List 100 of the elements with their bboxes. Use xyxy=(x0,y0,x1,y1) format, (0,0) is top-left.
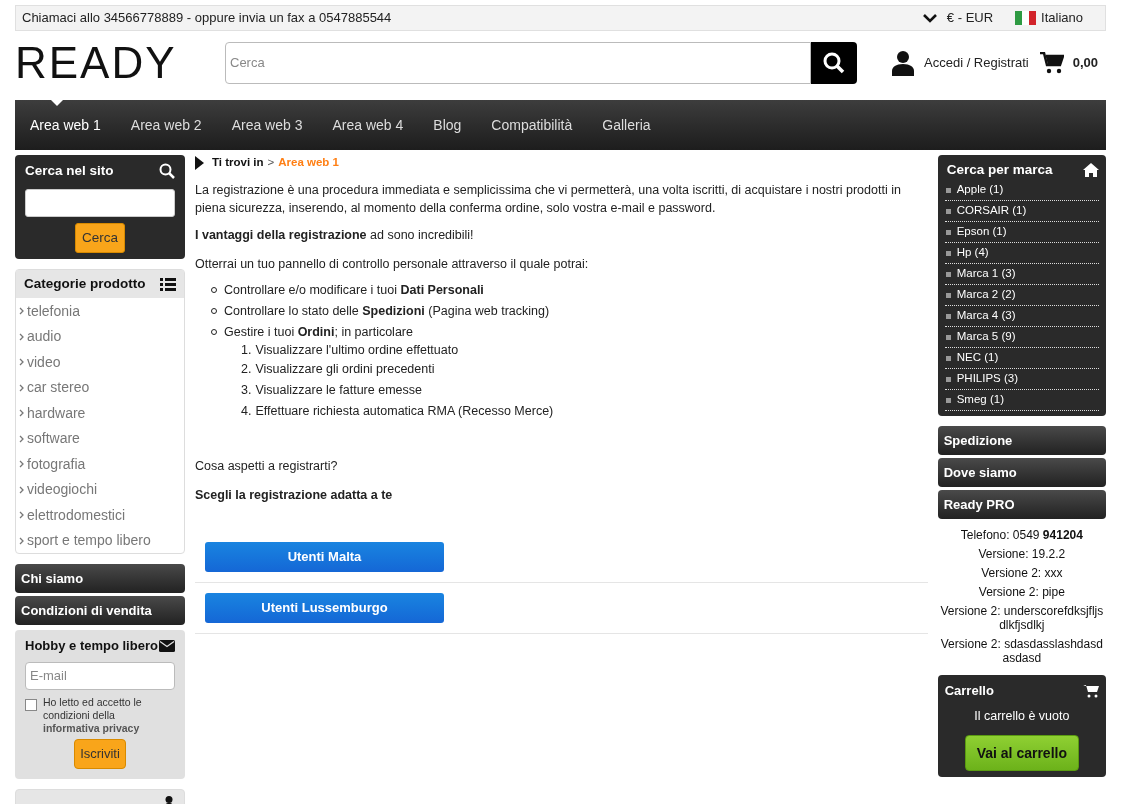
brand-link[interactable]: NEC (1) xyxy=(956,349,999,367)
nav-tab[interactable]: Blog xyxy=(423,100,472,140)
feature-subitem: Visualizzare l'ultimo ordine effettuato xyxy=(255,342,459,360)
panel-title: Cerca per marca xyxy=(946,160,1053,179)
sidebar-link[interactable]: Dove siamo xyxy=(937,458,1106,487)
panel-title: Hobby e tempo libero xyxy=(25,637,158,656)
login-link[interactable]: Accedi / Registrati xyxy=(924,52,1029,73)
cart-empty-text: Il carrello è vuoto xyxy=(974,707,1070,725)
category-link[interactable]: car stereo xyxy=(27,377,90,398)
registration-button[interactable]: Utenti Lussemburgo xyxy=(205,593,444,623)
square-bullet-icon xyxy=(945,208,951,214)
registration-button[interactable]: Utenti Malta xyxy=(205,542,444,572)
info-text: Versione 2: underscorefdksjfljsdlkfjsdlkj xyxy=(939,602,1105,634)
chevron-right-icon xyxy=(19,434,24,443)
square-bullet-icon xyxy=(945,313,951,319)
brand-link[interactable]: Marca 2 (2) xyxy=(956,286,1016,304)
panel-title: Carrello xyxy=(944,682,994,700)
search-submit-button[interactable]: Cerca xyxy=(75,223,125,254)
category-link[interactable]: hardware xyxy=(27,402,86,424)
chevron-down-icon[interactable] xyxy=(922,13,937,23)
brand-link[interactable]: Marca 4 (3) xyxy=(956,307,1016,325)
square-bullet-icon xyxy=(945,376,951,382)
sidebar-link[interactable]: Ready PRO xyxy=(937,490,1106,519)
panel-intro-text: Otterrai un tuo pannello di controllo personale attraverso il quale potrai: xyxy=(195,255,590,273)
list-icon xyxy=(160,277,176,291)
nav-tab[interactable]: Galleria xyxy=(592,100,661,140)
square-bullet-icon xyxy=(945,334,951,340)
search-button[interactable] xyxy=(811,41,857,84)
brand-link[interactable]: Epson (1) xyxy=(956,223,1007,241)
category-link[interactable]: sport e tempo libero xyxy=(27,530,151,551)
consent-text: Ho letto ed accetto le condizioni della informativa privacy xyxy=(43,695,143,735)
feature-item: Controllare e/o modificare i tuoi Dati Personali xyxy=(224,281,484,299)
brand-link[interactable]: Apple (1) xyxy=(956,181,1004,199)
square-bullet-icon xyxy=(945,271,951,277)
chevron-right-icon xyxy=(19,332,24,341)
cart-total: 0,00 xyxy=(1072,53,1099,72)
brand-link[interactable]: PHILIPS (3) xyxy=(956,370,1019,388)
feature-subitem: Effettuare richiesta automatica RMA (Recesso Merce) xyxy=(255,402,554,420)
home-icon[interactable] xyxy=(1083,163,1099,177)
search-icon xyxy=(159,163,175,180)
square-bullet-icon xyxy=(945,250,951,256)
currency-selector[interactable]: € - EUR xyxy=(946,8,994,28)
brand-link[interactable]: CORSAIR (1) xyxy=(956,202,1027,220)
info-text: Versione 2: xxx xyxy=(980,564,1064,582)
info-text: Versione 2: sdasdasslashdasdasdasd xyxy=(939,635,1104,667)
feature-item: Gestire i tuoi Ordini; in particolare xyxy=(224,323,413,341)
brand-link[interactable]: Hp (4) xyxy=(956,244,989,262)
square-bullet-icon xyxy=(945,229,951,235)
cart-icon xyxy=(1083,683,1099,698)
feature-subitem: Visualizzare gli ordini precedenti xyxy=(255,360,435,378)
choose-heading: Scegli la registrazione adatta a te xyxy=(195,487,394,505)
panel-title: Categorie prodotto xyxy=(24,275,146,294)
nav-tab[interactable]: Compatibilità xyxy=(481,100,583,140)
chevron-right-icon xyxy=(19,511,24,519)
list-number: 1. xyxy=(241,342,252,360)
brand-link[interactable]: Marca 1 (3) xyxy=(956,265,1016,283)
triangle-right-icon xyxy=(195,156,204,170)
list-number: 4. xyxy=(241,402,252,420)
search-field[interactable]: Cerca xyxy=(225,41,811,84)
info-text: Versione: 19.2.2 xyxy=(977,545,1067,563)
consent-checkbox[interactable] xyxy=(25,698,37,711)
square-bullet-icon xyxy=(945,355,951,361)
search-input[interactable] xyxy=(25,189,175,218)
list-number: 3. xyxy=(241,381,252,399)
subscribe-button[interactable]: Iscriviti xyxy=(74,738,126,769)
email-field[interactable]: E-mail xyxy=(25,661,175,690)
nav-tab[interactable]: Area web 4 xyxy=(322,100,414,140)
info-text: Telefono: 0549 941204 xyxy=(959,526,1084,544)
question-text: Cosa aspetti a registrarti? xyxy=(195,457,339,475)
sidebar-link[interactable]: Spedizione xyxy=(937,426,1106,455)
breadcrumb-label: Ti trovi in xyxy=(212,155,264,171)
category-link[interactable]: audio xyxy=(27,326,62,347)
intro-paragraph: La registrazione è una procedura immediata e semplicissima che vi permetterà, una volta iscritti, di acquistare i nostri prodotti in piena sicurezza, inserendo, al momento della conferma ordine, solo vostra e-mail e password. xyxy=(195,182,902,217)
chevron-right-icon xyxy=(19,409,24,417)
category-link[interactable]: elettrodomestici xyxy=(27,504,126,526)
category-link[interactable]: video xyxy=(27,351,61,373)
privacy-link[interactable]: informativa privacy xyxy=(43,721,140,734)
category-link[interactable]: fotografia xyxy=(27,453,86,475)
category-link[interactable]: videogiochi xyxy=(27,479,98,500)
square-bullet-icon xyxy=(945,187,951,193)
category-link[interactable]: telefonia xyxy=(27,300,80,322)
panel-title: Cerca nel sito xyxy=(25,162,114,180)
language-selector[interactable]: Italiano xyxy=(1041,8,1083,28)
user-icon[interactable] xyxy=(891,49,915,76)
sidebar-link[interactable]: Condizioni di vendita xyxy=(15,596,185,626)
brand-link[interactable]: Smeg (1) xyxy=(956,391,1004,409)
brand-link[interactable]: Marca 5 (9) xyxy=(956,328,1016,346)
sidebar-link[interactable]: Chi siamo xyxy=(15,564,185,594)
envelope-icon xyxy=(159,640,175,652)
category-link[interactable]: software xyxy=(27,428,80,449)
nav-tab[interactable]: Area web 3 xyxy=(221,100,313,140)
cart-icon[interactable] xyxy=(1039,51,1064,74)
nav-tab[interactable]: Area web 2 xyxy=(120,100,212,140)
chevron-right-icon xyxy=(19,383,24,392)
logo[interactable]: READY xyxy=(15,40,215,85)
search-icon xyxy=(822,50,846,75)
go-to-cart-button[interactable]: Vai al carrello xyxy=(964,735,1079,772)
advantages-text: I vantaggi della registrazione ad sono incredibili! xyxy=(195,227,475,244)
nav-tab[interactable]: Area web 1 xyxy=(20,100,111,140)
feature-subitem: Visualizzare le fatture emesse xyxy=(255,381,422,399)
